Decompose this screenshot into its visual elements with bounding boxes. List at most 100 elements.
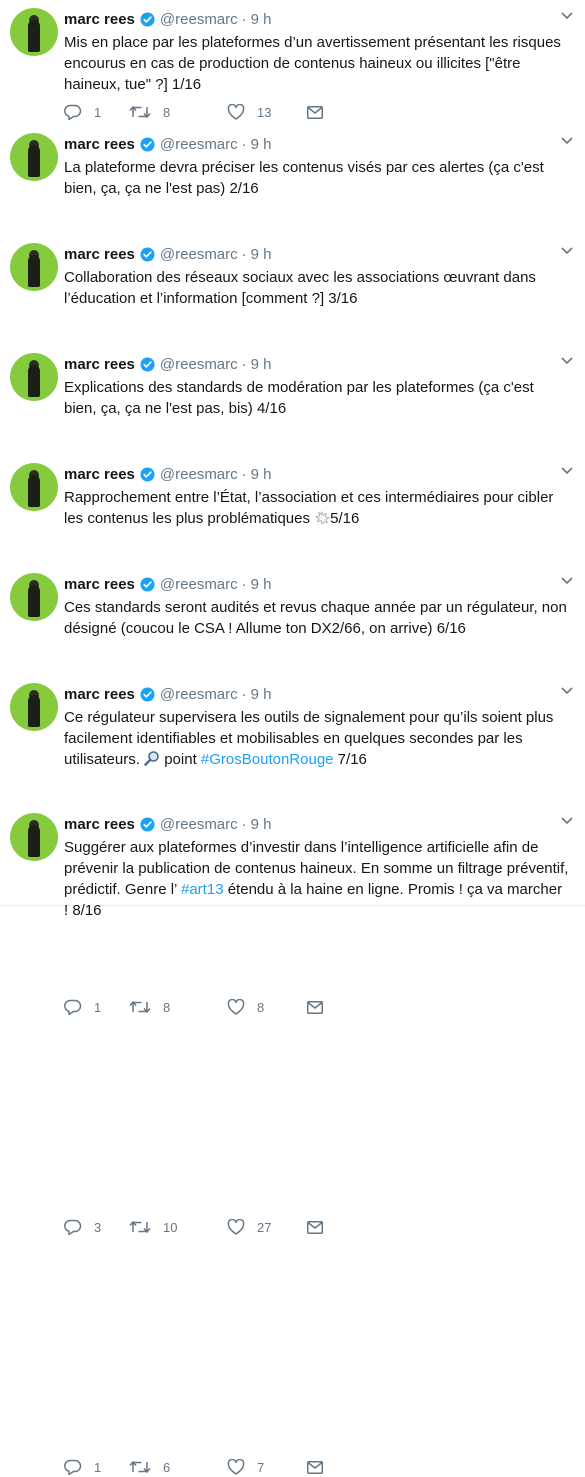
timestamp[interactable]: 9 h <box>251 816 272 833</box>
tweet[interactable]: marc rees @reesmarc · 9 h Ce régulateur supe… <box>0 675 585 1475</box>
retweet-button[interactable]: 10 <box>129 1219 227 1235</box>
like-button[interactable]: 8 <box>227 999 307 1015</box>
envelope-icon <box>307 105 323 119</box>
verified-badge-icon <box>140 11 155 27</box>
author-name[interactable]: marc rees <box>64 686 135 703</box>
author-handle[interactable]: @reesmarc <box>160 686 238 703</box>
heart-icon <box>227 999 245 1015</box>
reply-button[interactable]: 1 <box>64 999 129 1015</box>
tweet-text: Ce régulateur supervisera les outils de … <box>64 707 569 770</box>
tweet-header: marc rees @reesmarc · 9 h <box>64 8 272 30</box>
like-button[interactable]: 13 <box>227 104 307 120</box>
chevron-down-icon[interactable] <box>561 137 573 145</box>
author-name[interactable]: marc rees <box>64 246 135 263</box>
retweet-button[interactable]: 8 <box>129 999 227 1015</box>
tweet-header: marc rees @reesmarc · 9 h <box>64 353 272 375</box>
avatar-figure <box>28 255 40 287</box>
direct-message-button[interactable] <box>307 1220 323 1234</box>
avatar[interactable] <box>10 463 58 511</box>
tweet[interactable]: marc rees @reesmarc · 9 h Suggérer aux plate… <box>0 805 585 919</box>
chevron-down-icon[interactable] <box>561 467 573 475</box>
author-name[interactable]: marc rees <box>64 816 135 833</box>
tweet-actions: 1 6 7 <box>64 1457 323 1477</box>
tweet-text: Ces standards seront audités et revus ch… <box>64 597 569 639</box>
separator-dot: · <box>241 685 247 703</box>
tweet-text-part: Rapprochement entre l’État, l’associatio… <box>64 489 554 527</box>
timestamp[interactable]: 9 h <box>251 246 272 263</box>
tweet-text-part: 5/16 <box>330 510 360 527</box>
chevron-down-icon[interactable] <box>561 247 573 255</box>
tweet[interactable]: marc rees @reesmarc · 9 h Explications des s… <box>0 345 585 795</box>
author-name[interactable]: marc rees <box>64 356 135 373</box>
collision-emoji-icon <box>314 511 331 525</box>
retweet-icon <box>129 104 151 120</box>
author-handle[interactable]: @reesmarc <box>160 356 238 373</box>
tweet-header: marc rees @reesmarc · 9 h <box>64 133 272 155</box>
chevron-down-icon[interactable] <box>561 817 573 825</box>
reply-count: 1 <box>94 104 102 120</box>
hashtag-link[interactable]: #GrosBoutonRouge <box>201 751 334 768</box>
author-handle[interactable]: @reesmarc <box>160 136 238 153</box>
hashtag-link[interactable]: #art13 <box>181 881 224 898</box>
separator-dot: · <box>241 575 247 593</box>
tweet-text-part: 7/16 <box>333 751 367 768</box>
reply-button[interactable]: 1 <box>64 104 129 120</box>
retweet-icon <box>129 999 151 1015</box>
author-handle[interactable]: @reesmarc <box>160 246 238 263</box>
tweet-text: Suggérer aux plateformes d’investir dans… <box>64 837 569 921</box>
avatar[interactable] <box>10 683 58 731</box>
avatar[interactable] <box>10 573 58 621</box>
author-name[interactable]: marc rees <box>64 466 135 483</box>
verified-badge-icon <box>140 816 155 832</box>
reply-button[interactable]: 3 <box>64 1219 129 1235</box>
avatar[interactable] <box>10 353 58 401</box>
avatar-figure <box>28 585 40 617</box>
direct-message-button[interactable] <box>307 105 323 119</box>
tweet[interactable]: marc rees @reesmarc · 9 h La plateforme devr… <box>0 125 585 355</box>
avatar-figure <box>28 145 40 177</box>
chevron-down-icon[interactable] <box>561 577 573 585</box>
magnifier-emoji-icon <box>144 750 160 766</box>
verified-badge-icon <box>140 466 155 482</box>
tweet[interactable]: marc rees @reesmarc · 9 h Mis en place par l… <box>0 0 585 126</box>
timestamp[interactable]: 9 h <box>251 466 272 483</box>
separator-dot: · <box>241 245 247 263</box>
chevron-down-icon[interactable] <box>561 687 573 695</box>
verified-badge-icon <box>140 136 155 152</box>
avatar[interactable] <box>10 8 58 56</box>
timestamp[interactable]: 9 h <box>251 686 272 703</box>
reply-button[interactable]: 1 <box>64 1459 129 1475</box>
chevron-down-icon[interactable] <box>561 357 573 365</box>
tweet[interactable]: marc rees @reesmarc · 9 h Ces standards sero… <box>0 565 585 1235</box>
envelope-icon <box>307 1460 323 1474</box>
tweet[interactable]: marc rees @reesmarc · 9 h Rapprochement entr… <box>0 455 585 1015</box>
like-button[interactable]: 27 <box>227 1219 307 1235</box>
retweet-button[interactable]: 6 <box>129 1459 227 1475</box>
retweet-count: 8 <box>163 999 171 1015</box>
author-handle[interactable]: @reesmarc <box>160 816 238 833</box>
author-name[interactable]: marc rees <box>64 136 135 153</box>
direct-message-button[interactable] <box>307 1000 323 1014</box>
avatar[interactable] <box>10 243 58 291</box>
author-name[interactable]: marc rees <box>64 11 135 28</box>
retweet-icon <box>129 1459 151 1475</box>
chevron-down-icon[interactable] <box>561 12 573 20</box>
separator-dot: · <box>241 10 247 28</box>
tweet[interactable]: marc rees @reesmarc · 9 h Collaboration des … <box>0 235 585 575</box>
author-name[interactable]: marc rees <box>64 576 135 593</box>
direct-message-button[interactable] <box>307 1460 323 1474</box>
avatar[interactable] <box>10 813 58 861</box>
timestamp[interactable]: 9 h <box>251 11 272 28</box>
tweet-header: marc rees @reesmarc · 9 h <box>64 573 272 595</box>
retweet-button[interactable]: 8 <box>129 104 227 120</box>
timestamp[interactable]: 9 h <box>251 576 272 593</box>
author-handle[interactable]: @reesmarc <box>160 576 238 593</box>
avatar[interactable] <box>10 133 58 181</box>
like-count: 8 <box>257 999 265 1015</box>
timestamp[interactable]: 9 h <box>251 356 272 373</box>
like-count: 13 <box>257 104 272 120</box>
timestamp[interactable]: 9 h <box>251 136 272 153</box>
author-handle[interactable]: @reesmarc <box>160 466 238 483</box>
like-button[interactable]: 7 <box>227 1459 307 1475</box>
author-handle[interactable]: @reesmarc <box>160 11 238 28</box>
